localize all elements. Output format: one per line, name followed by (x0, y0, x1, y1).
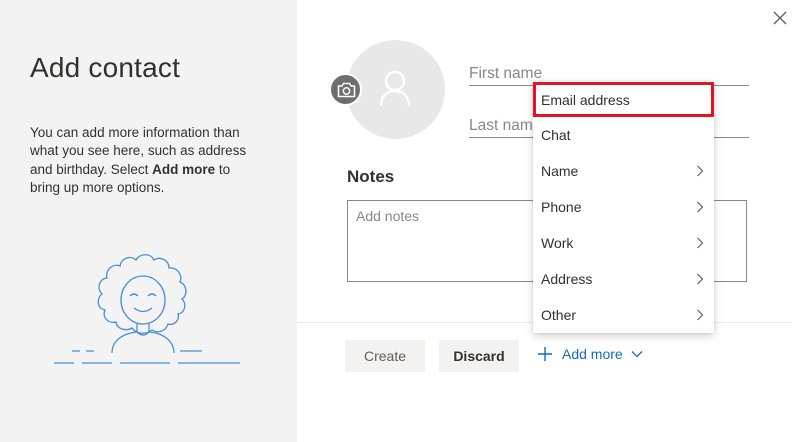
close-icon (773, 11, 787, 25)
chevron-right-icon (697, 273, 704, 285)
person-illustration (54, 254, 240, 364)
dialog-title: Add contact (30, 52, 181, 83)
menu-item-label: Email address (541, 91, 630, 108)
person-icon (379, 70, 411, 107)
menu-item-label: Other (541, 307, 577, 323)
menu-item-label: Chat (541, 127, 571, 143)
chevron-right-icon (697, 237, 704, 249)
menu-item-label: Address (541, 271, 593, 287)
add-more-menu: Email address Chat Name Phone Work Addre… (533, 81, 714, 333)
menu-item-label: Name (541, 163, 579, 179)
menu-item-phone[interactable]: Phone (533, 189, 714, 225)
info-panel: Add contact You can add more information… (0, 0, 297, 442)
chevron-right-icon (697, 309, 704, 321)
chevron-right-icon (697, 201, 704, 213)
menu-item-name[interactable]: Name (533, 153, 714, 189)
add-more-button[interactable]: Add more (536, 343, 643, 365)
menu-item-work[interactable]: Work (533, 225, 714, 261)
menu-item-label: Phone (541, 199, 582, 215)
menu-item-address[interactable]: Address (533, 261, 714, 297)
plus-icon (538, 347, 552, 361)
chevron-right-icon (697, 165, 704, 177)
camera-icon (337, 82, 356, 98)
chevron-down-icon (631, 351, 643, 358)
info-text: You can add more information than what y… (30, 124, 260, 197)
menu-item-other[interactable]: Other (533, 297, 714, 333)
menu-item-chat[interactable]: Chat (533, 117, 714, 153)
info-text-bold: Add more (152, 161, 216, 177)
menu-item-email-address[interactable]: Email address (533, 82, 714, 117)
add-contact-dialog: Add contact You can add more information… (0, 0, 792, 442)
add-more-label: Add more (562, 346, 623, 362)
close-button[interactable] (770, 8, 790, 28)
add-photo-button[interactable] (329, 73, 362, 106)
discard-button[interactable]: Discard (439, 340, 519, 372)
menu-item-label: Work (541, 235, 574, 251)
create-button[interactable]: Create (345, 340, 425, 372)
notes-label: Notes (347, 167, 395, 186)
